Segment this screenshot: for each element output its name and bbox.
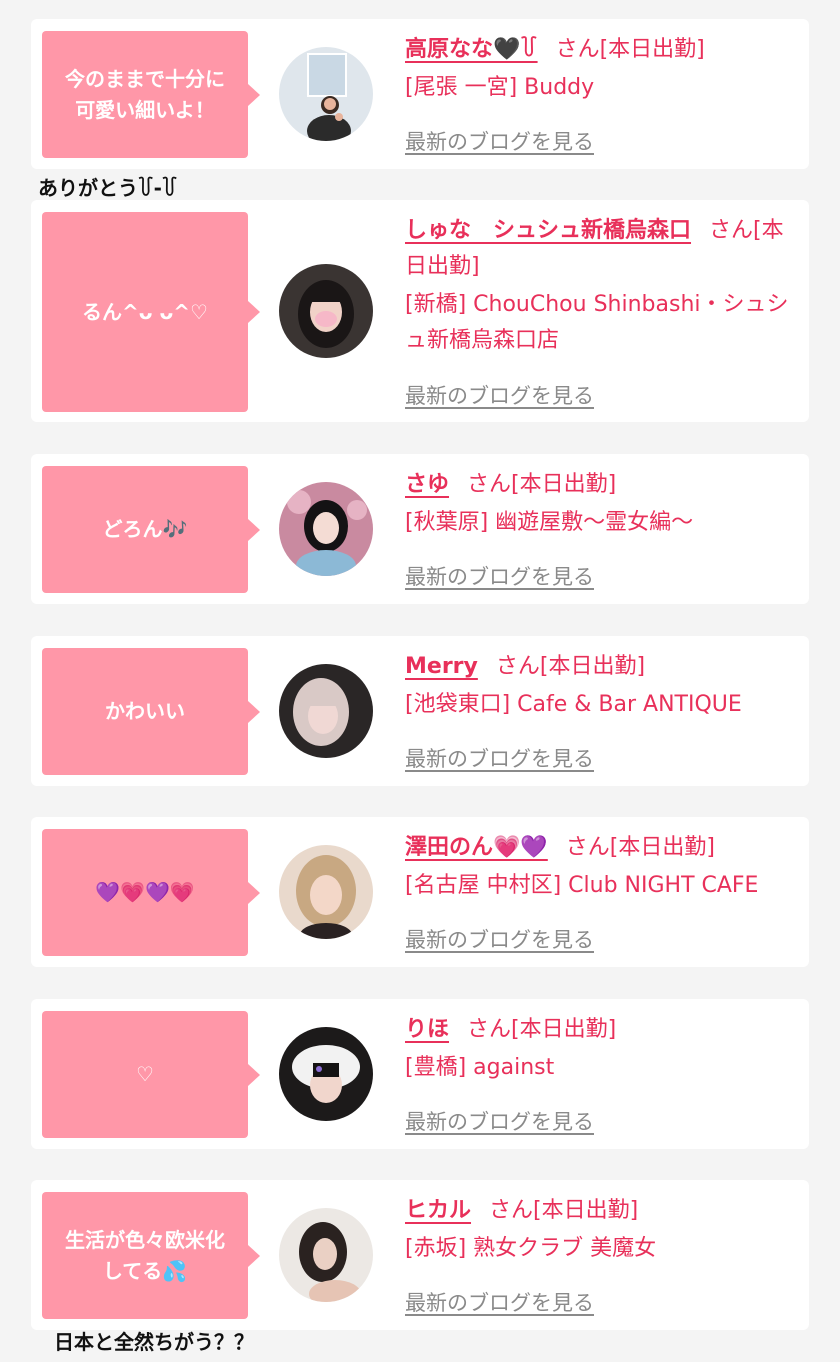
avatar[interactable]	[279, 482, 373, 576]
comment-text: 生活が色々欧米化 してる💦	[65, 1227, 225, 1283]
avatar[interactable]	[279, 1208, 373, 1302]
avatar[interactable]	[279, 47, 373, 141]
comment-text: 💜💗💜💗	[95, 880, 195, 904]
cast-card: ♡ りほ さん[本日出勤] [豊橋] against 最新のブログを見る	[31, 999, 809, 1149]
shop-name[interactable]: [池袋東口] Cafe & Bar ANTIQUE	[405, 687, 801, 723]
cast-info: 高原なな🖤꒦ さん[本日出勤] [尾張 一宮] Buddy	[405, 32, 801, 106]
comment-text: ♡	[136, 1062, 154, 1086]
avatar[interactable]	[279, 1027, 373, 1121]
attendance-status: さん[本日出勤]	[489, 1198, 639, 1223]
latest-blog-link[interactable]: 最新のブログを見る	[405, 380, 594, 410]
cast-card: るん^ᴗ ᴗ^♡ しゅな シュシュ新橋烏森口 さん[本日出勤] [新橋] Chou…	[31, 200, 809, 422]
shop-name[interactable]: [尾張 一宮] Buddy	[405, 70, 801, 106]
comment-text: るん^ᴗ ᴗ^♡	[82, 299, 208, 324]
comment-bubble: 今のままで十分に 可愛い細いよ！	[42, 31, 260, 158]
avatar[interactable]	[279, 664, 373, 758]
latest-blog-link[interactable]: 最新のブログを見る	[405, 924, 594, 954]
shop-name[interactable]: [赤坂] 熟女クラブ 美魔女	[405, 1231, 801, 1267]
cast-name-link[interactable]: 澤田のん💗💜	[405, 835, 548, 860]
comment-bubble: かわいい	[42, 648, 260, 775]
caption-top: ありがとう꒦-꒦	[38, 176, 178, 200]
attendance-status: さん[本日出勤]	[467, 472, 617, 497]
name-line: ヒカル さん[本日出勤]	[405, 1193, 801, 1229]
name-line: 高原なな🖤꒦ さん[本日出勤]	[405, 32, 801, 68]
comment-bubble: るん^ᴗ ᴗ^♡	[42, 212, 260, 412]
cast-card: かわいい Merry さん[本日出勤] [池袋東口] Cafe & Bar ANT…	[31, 636, 809, 786]
latest-blog-link[interactable]: 最新のブログを見る	[405, 1287, 594, 1317]
shop-name[interactable]: [秋葉原] 幽遊屋敷～霊女編～	[405, 505, 801, 541]
cast-card: 今のままで十分に 可愛い細いよ！ 高原なな🖤꒦ さん[本日出勤] [尾張 一宮] …	[31, 19, 809, 169]
name-line: 澤田のん💗💜 さん[本日出勤]	[405, 830, 801, 866]
latest-blog-link[interactable]: 最新のブログを見る	[405, 126, 594, 156]
shop-name[interactable]: [新橋] ChouChou Shinbashi・シュシュ新橋烏森口店	[405, 287, 801, 359]
comment-bubble: どろん🎶	[42, 466, 260, 593]
shop-name[interactable]: [名古屋 中村区] Club NIGHT CAFE	[405, 868, 801, 904]
comment-text: 今のままで十分に 可愛い細いよ！	[65, 66, 225, 122]
attendance-status: さん[本日出勤]	[467, 1017, 617, 1042]
name-line: さゆ さん[本日出勤]	[405, 467, 801, 503]
cast-name-link[interactable]: りほ	[405, 1017, 449, 1042]
cast-card: 💜💗💜💗 澤田のん💗💜 さん[本日出勤] [名古屋 中村区] Club NIGHT…	[31, 817, 809, 967]
cast-name-link[interactable]: Merry	[405, 654, 478, 679]
name-line: りほ さん[本日出勤]	[405, 1012, 801, 1048]
name-line: Merry さん[本日出勤]	[405, 649, 801, 685]
shop-name[interactable]: [豊橋] against	[405, 1050, 801, 1086]
latest-blog-link[interactable]: 最新のブログを見る	[405, 1106, 594, 1136]
comment-text: かわいい	[105, 699, 185, 723]
cast-info: しゅな シュシュ新橋烏森口 さん[本日出勤] [新橋] ChouChou Shin…	[405, 213, 801, 359]
avatar[interactable]	[279, 264, 373, 358]
cast-name-link[interactable]: 高原なな🖤꒦	[405, 37, 538, 62]
attendance-status: さん[本日出勤]	[565, 835, 715, 860]
caption-bottom: 日本と全然ちがう？？	[54, 1330, 254, 1354]
latest-blog-link[interactable]: 最新のブログを見る	[405, 743, 594, 773]
avatar[interactable]	[279, 845, 373, 939]
cast-name-link[interactable]: ヒカル	[405, 1198, 471, 1223]
cast-name-link[interactable]: しゅな シュシュ新橋烏森口	[405, 218, 691, 243]
comment-bubble: 生活が色々欧米化 してる💦	[42, 1192, 260, 1319]
attendance-status: さん[本日出勤]	[555, 37, 705, 62]
attendance-status: さん[本日出勤]	[495, 654, 646, 679]
name-line: しゅな シュシュ新橋烏森口 さん[本日出勤]	[405, 213, 801, 285]
cast-name-link[interactable]: さゆ	[405, 472, 449, 497]
cast-info: Merry さん[本日出勤] [池袋東口] Cafe & Bar ANTIQUE	[405, 649, 801, 723]
latest-blog-link[interactable]: 最新のブログを見る	[405, 561, 594, 591]
comment-bubble: 💜💗💜💗	[42, 829, 260, 956]
cast-info: りほ さん[本日出勤] [豊橋] against	[405, 1012, 801, 1086]
comment-text: どろん🎶	[102, 517, 188, 541]
cast-info: さゆ さん[本日出勤] [秋葉原] 幽遊屋敷～霊女編～	[405, 467, 801, 541]
cast-card: 生活が色々欧米化 してる💦 ヒカル さん[本日出勤] [赤坂] 熟女クラブ 美魔女…	[31, 1180, 809, 1330]
cast-card: どろん🎶 さゆ さん[本日出勤] [秋葉原] 幽遊屋敷～霊女編～ 最新のブログを見…	[31, 454, 809, 604]
cast-info: 澤田のん💗💜 さん[本日出勤] [名古屋 中村区] Club NIGHT CAFE	[405, 830, 801, 904]
cast-info: ヒカル さん[本日出勤] [赤坂] 熟女クラブ 美魔女	[405, 1193, 801, 1267]
comment-bubble: ♡	[42, 1011, 260, 1138]
